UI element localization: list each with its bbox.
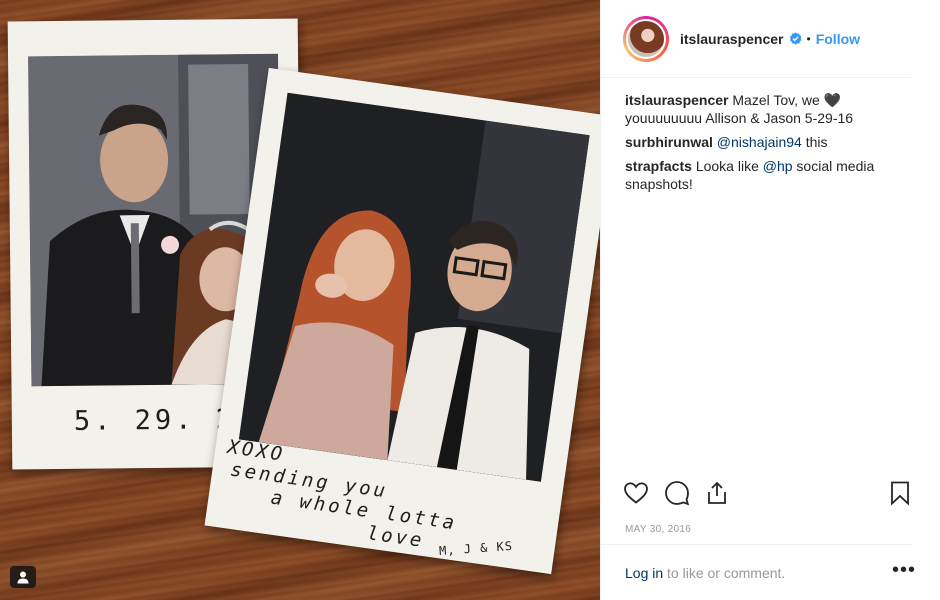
- comment-footer: Log in to like or comment. •••: [601, 544, 915, 600]
- comment-username[interactable]: surbhirunwal: [625, 134, 713, 150]
- share-icon[interactable]: [704, 480, 730, 506]
- comment: surbhirunwal @nishajain94 this: [625, 133, 897, 151]
- post-side-panel: itslauraspencer • Follow itslauraspencer…: [600, 0, 940, 600]
- post-username[interactable]: itslauraspencer: [680, 31, 784, 47]
- login-link[interactable]: Log in: [625, 565, 663, 581]
- tagged-user-icon[interactable]: [10, 566, 36, 588]
- action-bar: [623, 480, 913, 510]
- comment-mention-link[interactable]: @nishajain94: [717, 134, 802, 150]
- comment-mention-link[interactable]: @hp: [763, 158, 793, 174]
- verified-badge-icon: [789, 32, 801, 45]
- post-timestamp: MAY 30, 2016: [625, 524, 692, 535]
- comment-username[interactable]: strapfacts: [625, 158, 692, 174]
- header-separator: •: [806, 31, 811, 46]
- friends-couple-photo: [238, 92, 590, 482]
- post-photo[interactable]: 5. 29. 2016 XOXO sending you a whole lot…: [0, 0, 600, 600]
- follow-button[interactable]: Follow: [816, 31, 860, 47]
- comment-username[interactable]: itslauraspencer: [625, 92, 729, 108]
- bookmark-icon[interactable]: [887, 480, 913, 506]
- heart-icon[interactable]: [623, 480, 649, 506]
- comment: strapfacts Looka like @hp social media s…: [625, 157, 897, 193]
- comment-bubble-icon[interactable]: [664, 480, 690, 506]
- comments-list: itslauraspencer Mazel Tov, we 🖤 youuuuuu…: [601, 78, 919, 193]
- login-prompt: Log in to like or comment.: [625, 565, 785, 581]
- more-options-icon[interactable]: •••: [892, 559, 916, 582]
- avatar[interactable]: [623, 15, 669, 62]
- caption: itslauraspencer Mazel Tov, we 🖤 youuuuuu…: [625, 91, 897, 127]
- comment-text: Looka like: [695, 158, 763, 174]
- comment-text: this: [801, 134, 828, 150]
- login-prompt-text: to like or comment.: [663, 565, 786, 581]
- post-header: itslauraspencer • Follow: [601, 0, 911, 78]
- right-polaroid: XOXO sending you a whole lotta love M, J…: [204, 67, 600, 575]
